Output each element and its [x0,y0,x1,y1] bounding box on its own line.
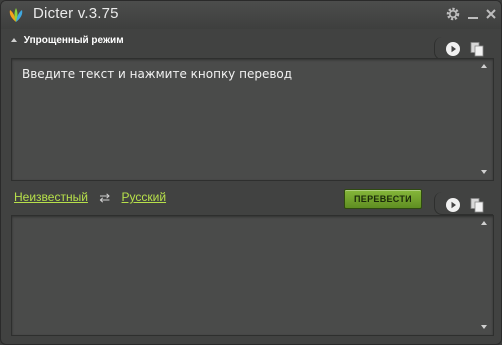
copy-icon[interactable] [469,197,485,213]
language-selector-row: Неизвестный ⇄ Русский [14,190,166,206]
title-bar: Dicter v.3.75 [1,1,501,29]
play-icon[interactable] [445,197,461,213]
minimize-icon[interactable] [465,6,481,22]
scroll-down-arrow-icon[interactable] [481,325,487,329]
close-icon[interactable] [483,6,499,22]
target-language-link[interactable]: Русский [122,190,167,204]
scroll-up-arrow-icon[interactable] [481,64,487,68]
collapse-arrow-icon [11,38,17,42]
gear-icon[interactable] [445,6,461,22]
output-text-area[interactable] [11,215,494,336]
source-language-link[interactable]: Неизвестный [14,190,88,204]
mode-label: Упрощенный режим [23,35,124,46]
dicter-window: Dicter v.3.75 Упрощенный режим Введите т… [0,0,502,345]
play-icon[interactable] [445,41,461,57]
scroll-up-arrow-icon[interactable] [481,221,487,225]
scroll-down-arrow-icon[interactable] [481,170,487,174]
app-title: Dicter v.3.75 [33,5,119,22]
input-placeholder: Введите текст и нажмите кнопку перевод [22,67,293,81]
input-text-area[interactable]: Введите текст и нажмите кнопку перевод [11,58,494,181]
swap-arrows-icon[interactable]: ⇄ [99,190,110,206]
copy-icon[interactable] [469,41,485,57]
mode-toggle[interactable]: Упрощенный режим [11,35,124,46]
translate-button[interactable]: ПЕРЕВЕСТИ [344,189,422,209]
dicter-logo-icon [9,8,23,22]
